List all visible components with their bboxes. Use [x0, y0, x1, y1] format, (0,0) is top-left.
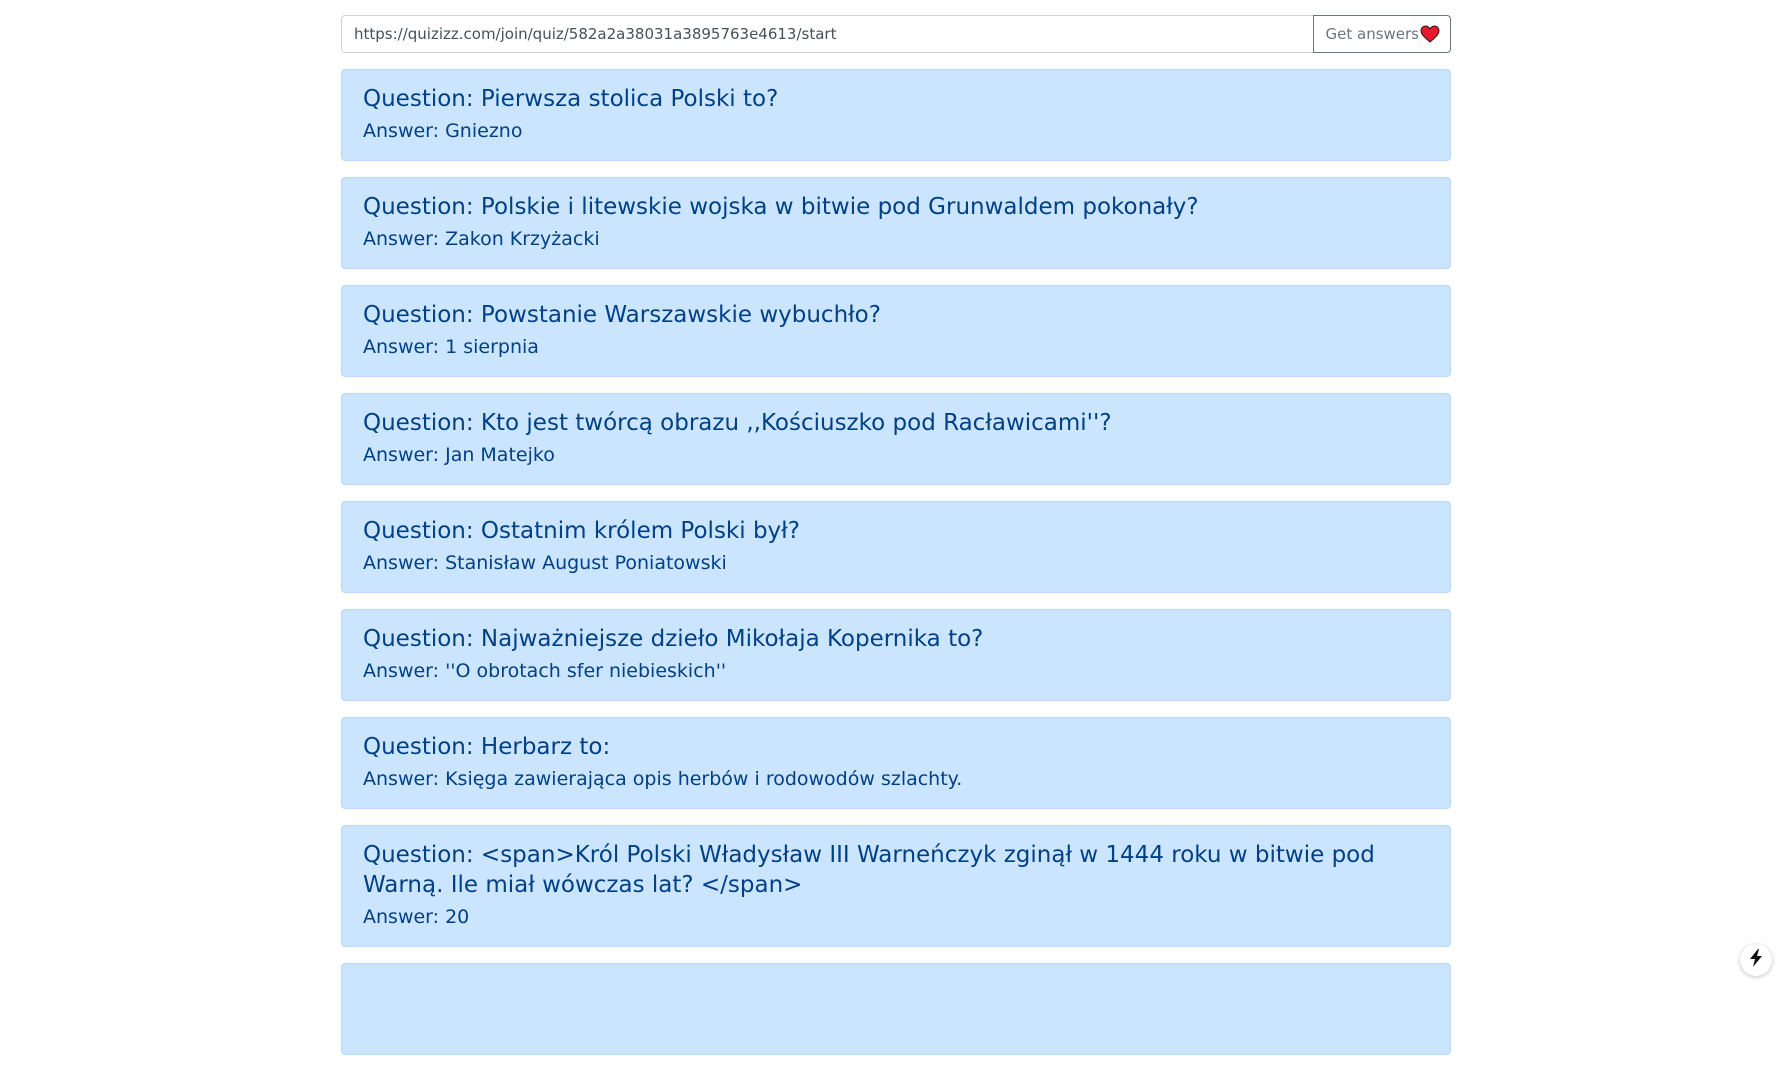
qa-card: Question: Kto jest twórcą obrazu ,,Kości… — [341, 393, 1451, 485]
qa-card: Question: Pierwsza stolica Polski to? An… — [341, 69, 1451, 161]
answer-text: Answer: Gniezno — [363, 120, 523, 142]
url-search-bar: Get answers — [341, 15, 1451, 53]
qa-card-partial — [341, 963, 1451, 1055]
answer-text: Answer: 1 sierpnia — [363, 336, 539, 358]
qa-card: Question: Ostatnim królem Polski był? An… — [341, 501, 1451, 593]
question-text: Question: <span>Król Polski Władysław II… — [363, 842, 1375, 898]
question-text: Question: Pierwsza stolica Polski to? — [363, 86, 779, 112]
qa-card: Question: Herbarz to: Answer: Księga zaw… — [341, 717, 1451, 809]
question-text: Question: Kto jest twórcą obrazu ,,Kości… — [363, 410, 1112, 436]
get-answers-button[interactable]: Get answers — [1312, 15, 1451, 53]
get-answers-label: Get answers — [1325, 25, 1420, 43]
question-text: Question: Ostatnim królem Polski był? — [363, 518, 800, 544]
question-text: Question: Powstanie Warszawskie wybuchło… — [363, 302, 881, 328]
lightning-bolt-icon — [1749, 949, 1763, 971]
heart-icon — [1420, 25, 1440, 43]
question-text: Question: Polskie i litewskie wojska w b… — [363, 194, 1199, 220]
answer-text: Answer: Jan Matejko — [363, 444, 555, 466]
question-text: Question: Najważniejsze dzieło Mikołaja … — [363, 626, 984, 652]
answer-text: Answer: Stanisław August Poniatowski — [363, 552, 727, 574]
qa-card: Question: Najważniejsze dzieło Mikołaja … — [341, 609, 1451, 701]
qa-card: Question: Powstanie Warszawskie wybuchło… — [341, 285, 1451, 377]
question-text: Question: Herbarz to: — [363, 734, 611, 760]
main-container: Get answers Question: Pierwsza stolica P… — [341, 15, 1451, 1071]
answer-text: Answer: Księga zawierająca opis herbów i… — [363, 768, 963, 790]
qa-card: Question: Polskie i litewskie wojska w b… — [341, 177, 1451, 269]
qa-card: Question: <span>Król Polski Władysław II… — [341, 825, 1451, 947]
lightning-bolt-button[interactable] — [1740, 944, 1772, 976]
quiz-url-input[interactable] — [341, 15, 1313, 53]
answer-text: Answer: Zakon Krzyżacki — [363, 228, 600, 250]
answer-text: Answer: 20 — [363, 906, 470, 928]
answer-text: Answer: ''O obrotach sfer niebieskich'' — [363, 660, 727, 682]
